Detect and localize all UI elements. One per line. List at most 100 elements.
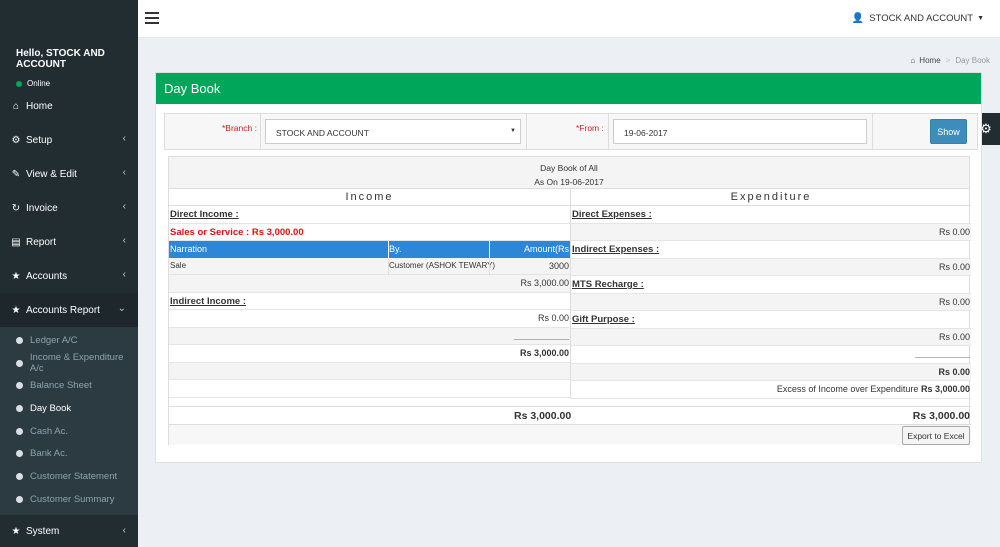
expenditure-grand-total: Rs 3,000.00 — [912, 410, 970, 422]
submenu-item-day-book[interactable]: Day Book — [0, 397, 138, 420]
sidebar-item-label: Home — [26, 100, 53, 112]
online-label: Online — [27, 79, 51, 88]
mts-recharge-heading: MTS Recharge : — [571, 276, 971, 294]
indirect-income-heading: Indirect Income : — [169, 293, 570, 310]
from-label: *From : — [576, 123, 604, 133]
col-by: By. — [389, 244, 402, 254]
home-icon: ⌂ — [12, 100, 20, 112]
submenu-item-customer-summary[interactable]: Customer Summary — [0, 488, 138, 511]
submenu-label: Customer Statement — [30, 470, 118, 482]
underline-row: ___________ — [169, 327, 570, 345]
cogs-icon: ⚙ — [11, 134, 21, 146]
from-date-input[interactable]: 19-06-2017 — [613, 119, 867, 144]
submenu-item-bank[interactable]: Bank Ac. — [0, 442, 138, 465]
direct-income-total: Rs 3,000.00 — [520, 278, 569, 288]
user-panel: Hello, STOCK AND ACCOUNT Online — [0, 0, 138, 89]
direct-expenses-row: Rs 0.00 — [571, 223, 971, 241]
edit-icon: ✎ — [11, 168, 21, 180]
direct-expenses-heading: Direct Expenses : — [571, 206, 971, 224]
sidebar-item-setup[interactable]: ⚙ Setup ‹ — [0, 123, 138, 157]
submenu-item-cash[interactable]: Cash Ac. — [0, 420, 138, 443]
indirect-income-row: Rs 0.00 — [169, 310, 570, 328]
underline: ___________ — [914, 349, 970, 359]
submenu: Ledger A/C Income & Expenditure A/c Bala… — [0, 327, 138, 515]
sidebar-item-system[interactable]: ★ System ‹ — [0, 515, 138, 547]
online-status: Online — [16, 79, 138, 88]
sidebar-item-report[interactable]: ▤ Report ‹ — [0, 225, 138, 259]
col-amount: Amount(Rs — [523, 244, 569, 254]
submenu-item-balance-sheet[interactable]: Balance Sheet — [0, 374, 138, 397]
report-header: Day Book of All As On 19-06-2017 — [169, 157, 969, 189]
export-row: Export to Excel — [169, 424, 971, 445]
indirect-expenses-heading: Indirect Expenses : — [571, 241, 971, 259]
branch-select-value: STOCK AND ACCOUNT — [276, 128, 369, 138]
sidebar-item-label: Report — [26, 236, 57, 248]
submenu-item-ledger[interactable]: Ledger A/C — [0, 329, 138, 352]
sync-icon: ↻ — [11, 202, 21, 214]
sidebar-item-home[interactable]: ⌂ Home — [0, 89, 138, 123]
home-icon: ⌂ — [910, 56, 916, 65]
excess-row: Excess of Income over Expenditure Rs 3,0… — [571, 381, 971, 399]
circle-icon — [16, 427, 23, 435]
show-button[interactable]: Show — [930, 119, 967, 144]
cell-amount: 3000 — [548, 261, 569, 271]
sidebar-item-label: Accounts Report — [26, 304, 100, 316]
gift-purpose-heading: Gift Purpose : — [571, 311, 971, 329]
circle-icon — [16, 382, 23, 390]
submenu-label: Customer Summary — [30, 493, 115, 505]
caret-down-icon: ▼ — [977, 15, 984, 22]
divider — [872, 114, 873, 149]
indirect-expenses-value: Rs 0.00 — [938, 261, 970, 272]
sidebar-item-view-edit[interactable]: ✎ View & Edit ‹ — [0, 157, 138, 191]
export-to-excel-button[interactable]: Export to Excel — [902, 426, 970, 445]
sidebar-item-label: View & Edit — [26, 168, 77, 180]
breadcrumb-home[interactable]: Home — [919, 56, 940, 65]
excess-label: Excess of Income over Expenditure — [776, 384, 919, 394]
underline: ___________ — [513, 330, 569, 341]
branch-select[interactable]: STOCK AND ACCOUNT ▼ — [265, 119, 521, 144]
income-title: Income — [169, 189, 570, 206]
menu-toggle-icon[interactable] — [145, 12, 159, 24]
chevron-left-icon: ‹ — [122, 133, 126, 144]
sidebar-item-invoice[interactable]: ↻ Invoice ‹ — [0, 191, 138, 225]
expenditure-subtotal-row: Rs 0.00 — [571, 363, 971, 381]
submenu-label: Income & Expenditure A/c — [29, 352, 124, 375]
income-column: Income Direct Income : Sales or Service … — [169, 189, 570, 398]
cell-by: Customer (ASHOK TEWARY) — [389, 261, 496, 270]
circle-icon — [16, 336, 23, 344]
circle-icon — [16, 359, 23, 367]
narration-table-header: Narration By. Amount(Rs — [169, 241, 570, 258]
direct-income-heading: Direct Income : — [169, 206, 570, 224]
chevron-down-icon: ⌄ — [117, 303, 126, 314]
chevron-left-icon: ‹ — [122, 269, 126, 280]
income-subtotal: Rs 3,000.00 — [519, 348, 569, 358]
sidebar-item-label: Accounts — [26, 270, 68, 282]
submenu-label: Bank Ac. — [30, 448, 68, 460]
submenu-label: Balance Sheet — [30, 380, 92, 392]
filter-row: *Branch : STOCK AND ACCOUNT ▼ *From : 19… — [164, 113, 978, 150]
user-icon: 👤 — [851, 13, 865, 24]
page-title: Day Book — [156, 73, 981, 104]
submenu-label: Cash Ac. — [30, 425, 69, 437]
file-icon: ▤ — [11, 236, 21, 248]
circle-icon — [16, 404, 23, 412]
breadcrumb-current: Day Book — [955, 56, 990, 65]
submenu-item-customer-statement[interactable]: Customer Statement — [0, 465, 138, 488]
submenu-label: Day Book — [30, 402, 72, 414]
star-icon: ★ — [11, 526, 21, 537]
mts-recharge-row: Rs 0.00 — [571, 293, 971, 311]
submenu-item-income-expenditure[interactable]: Income & Expenditure A/c — [0, 352, 138, 375]
gift-purpose-value: Rs 0.00 — [938, 331, 970, 342]
empty-row — [169, 362, 570, 380]
from-date-value: 19-06-2017 — [624, 128, 668, 138]
sidebar-item-accounts[interactable]: ★ Accounts ‹ — [0, 259, 138, 293]
sidebar-item-label: Setup — [26, 134, 53, 146]
expenditure-column: Expenditure Direct Expenses : Rs 0.00 In… — [570, 189, 971, 399]
divider — [526, 114, 527, 149]
day-book-box: Day Book *Branch : STOCK AND ACCOUNT ▼ *… — [155, 72, 982, 463]
sidebar-item-accounts-report[interactable]: ★ Accounts Report ⌄ — [0, 293, 138, 327]
user-menu[interactable]: 👤 STOCK AND ACCOUNT ▼ — [852, 13, 984, 24]
star-icon: ★ — [11, 270, 21, 282]
indirect-expenses-row: Rs 0.00 — [571, 258, 971, 276]
user-name: STOCK AND ACCOUNT — [869, 13, 974, 24]
